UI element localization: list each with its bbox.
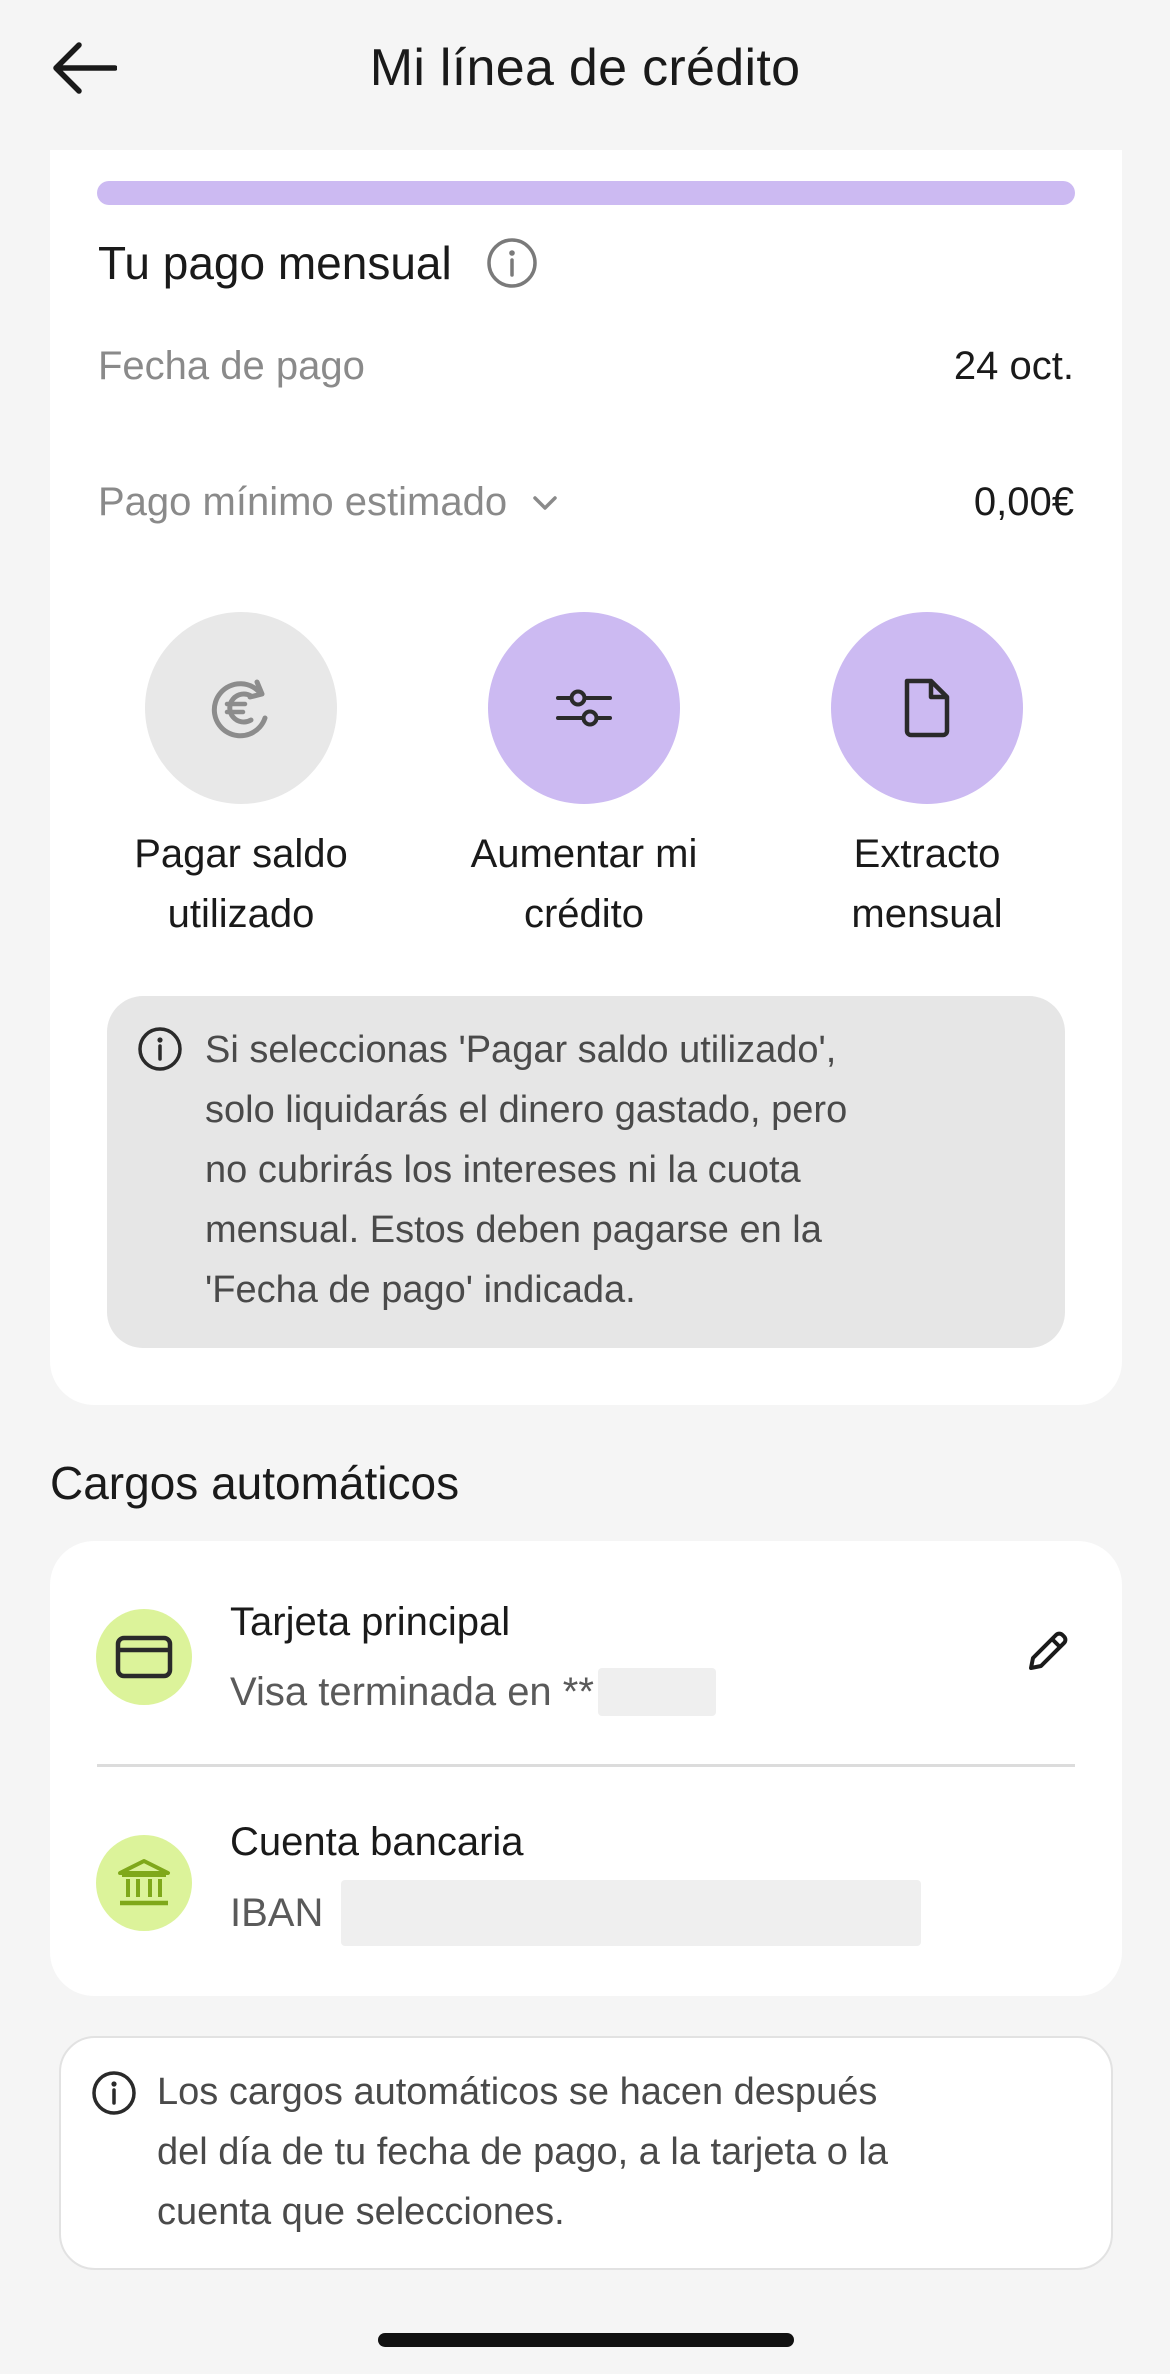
- automatic-charges-title: Cargos automáticos: [50, 1457, 460, 1509]
- monthly-statement-circle: [831, 612, 1023, 804]
- bank-account-item[interactable]: Cuenta bancaria IBAN: [50, 1781, 1122, 1981]
- redacted-block: [597, 1668, 716, 1716]
- monthly-statement-label: Extracto mensual: [767, 824, 1087, 944]
- bank-account-sub-text: IBAN: [230, 1890, 324, 1935]
- document-icon: [904, 678, 950, 738]
- payment-date-label: Fecha de pago: [98, 344, 365, 388]
- min-payment-label: Pago mínimo estimado: [98, 480, 508, 524]
- footer-notice-line: Los cargos automáticos se hacen después: [157, 2071, 878, 2113]
- increase-credit-label: Aumentar mi crédito: [424, 824, 744, 944]
- automatic-charges-card: Tarjeta principal Visa terminada en ** C…: [50, 1541, 1122, 1996]
- euro-refresh-icon: [211, 679, 268, 739]
- increase-credit-label-line1: Aumentar mi: [470, 832, 698, 876]
- increase-credit-label-line2: crédito: [523, 892, 645, 936]
- info-icon: [91, 2070, 137, 2116]
- min-payment-value: 0,00€: [973, 480, 1074, 524]
- credit-card-icon: [96, 1609, 192, 1705]
- increase-credit-circle: [488, 612, 680, 804]
- monthly-statement-label-line2: mensual: [851, 892, 1003, 936]
- pay-balance-notice: Si seleccionas 'Pagar saldo utilizado', …: [107, 996, 1065, 1348]
- chevron-down-icon: [529, 487, 561, 519]
- pencil-icon[interactable]: [1020, 1623, 1076, 1679]
- min-payment-toggle[interactable]: Pago mínimo estimado: [98, 480, 561, 525]
- pay-used-balance-label: Pagar saldo utilizado: [81, 824, 401, 944]
- monthly-payment-card: Tu pago mensual Fecha de pago 24 oct. Pa…: [50, 150, 1122, 1405]
- monthly-statement-label-line1: Extracto: [853, 832, 1001, 876]
- notice-line: mensual. Estos deben pagarse en la: [205, 1209, 822, 1251]
- payment-date-value: 24 oct.: [953, 344, 1074, 388]
- monthly-statement-button[interactable]: Extracto mensual: [767, 612, 1087, 944]
- main-card-sub: Visa terminada en **: [230, 1668, 716, 1716]
- notice-line: Si seleccionas 'Pagar saldo utilizado',: [205, 1029, 837, 1071]
- notice-line: solo liquidarás el dinero gastado, pero: [205, 1089, 848, 1131]
- monthly-payment-title: Tu pago mensual: [98, 236, 538, 290]
- notice-line: no cubrirás los intereses ni la cuota: [205, 1149, 801, 1191]
- main-card-sub-text: Visa terminada en **: [230, 1669, 594, 1714]
- notice-line: 'Fecha de pago' indicada.: [205, 1269, 636, 1311]
- increase-credit-button[interactable]: Aumentar mi crédito: [424, 612, 744, 944]
- divider: [97, 1764, 1075, 1767]
- app-header: Mi línea de crédito: [0, 0, 1170, 150]
- pay-used-balance-label-line2: utilizado: [167, 892, 315, 936]
- sliders-icon: [556, 689, 612, 727]
- info-icon: [137, 1026, 183, 1072]
- credit-usage-bar: [97, 181, 1075, 205]
- pay-used-balance-label-line1: Pagar saldo: [134, 832, 348, 876]
- monthly-payment-title-text: Tu pago mensual: [98, 237, 452, 289]
- bank-account-name: Cuenta bancaria: [230, 1820, 524, 1864]
- footer-notice-line: del día de tu fecha de pago, a la tarjet…: [157, 2131, 888, 2173]
- footer-notice-text: Los cargos automáticos se hacen después …: [157, 2062, 1087, 2242]
- pay-used-balance-circle: [145, 612, 337, 804]
- bank-icon: [96, 1835, 192, 1931]
- page-title: Mi línea de crédito: [369, 39, 801, 97]
- main-card-item[interactable]: Tarjeta principal Visa terminada en **: [50, 1553, 1122, 1753]
- notice-text: Si seleccionas 'Pagar saldo utilizado', …: [205, 1020, 1035, 1320]
- bank-account-sub: IBAN: [230, 1880, 922, 1946]
- main-card-name: Tarjeta principal: [230, 1600, 511, 1644]
- redacted-block: [341, 1880, 922, 1946]
- pay-used-balance-button[interactable]: Pagar saldo utilizado: [81, 612, 401, 944]
- home-indicator[interactable]: [378, 2333, 794, 2347]
- info-icon[interactable]: [486, 237, 538, 289]
- footer-notice-line: cuenta que selecciones.: [157, 2191, 565, 2233]
- automatic-charges-notice: Los cargos automáticos se hacen después …: [59, 2036, 1113, 2270]
